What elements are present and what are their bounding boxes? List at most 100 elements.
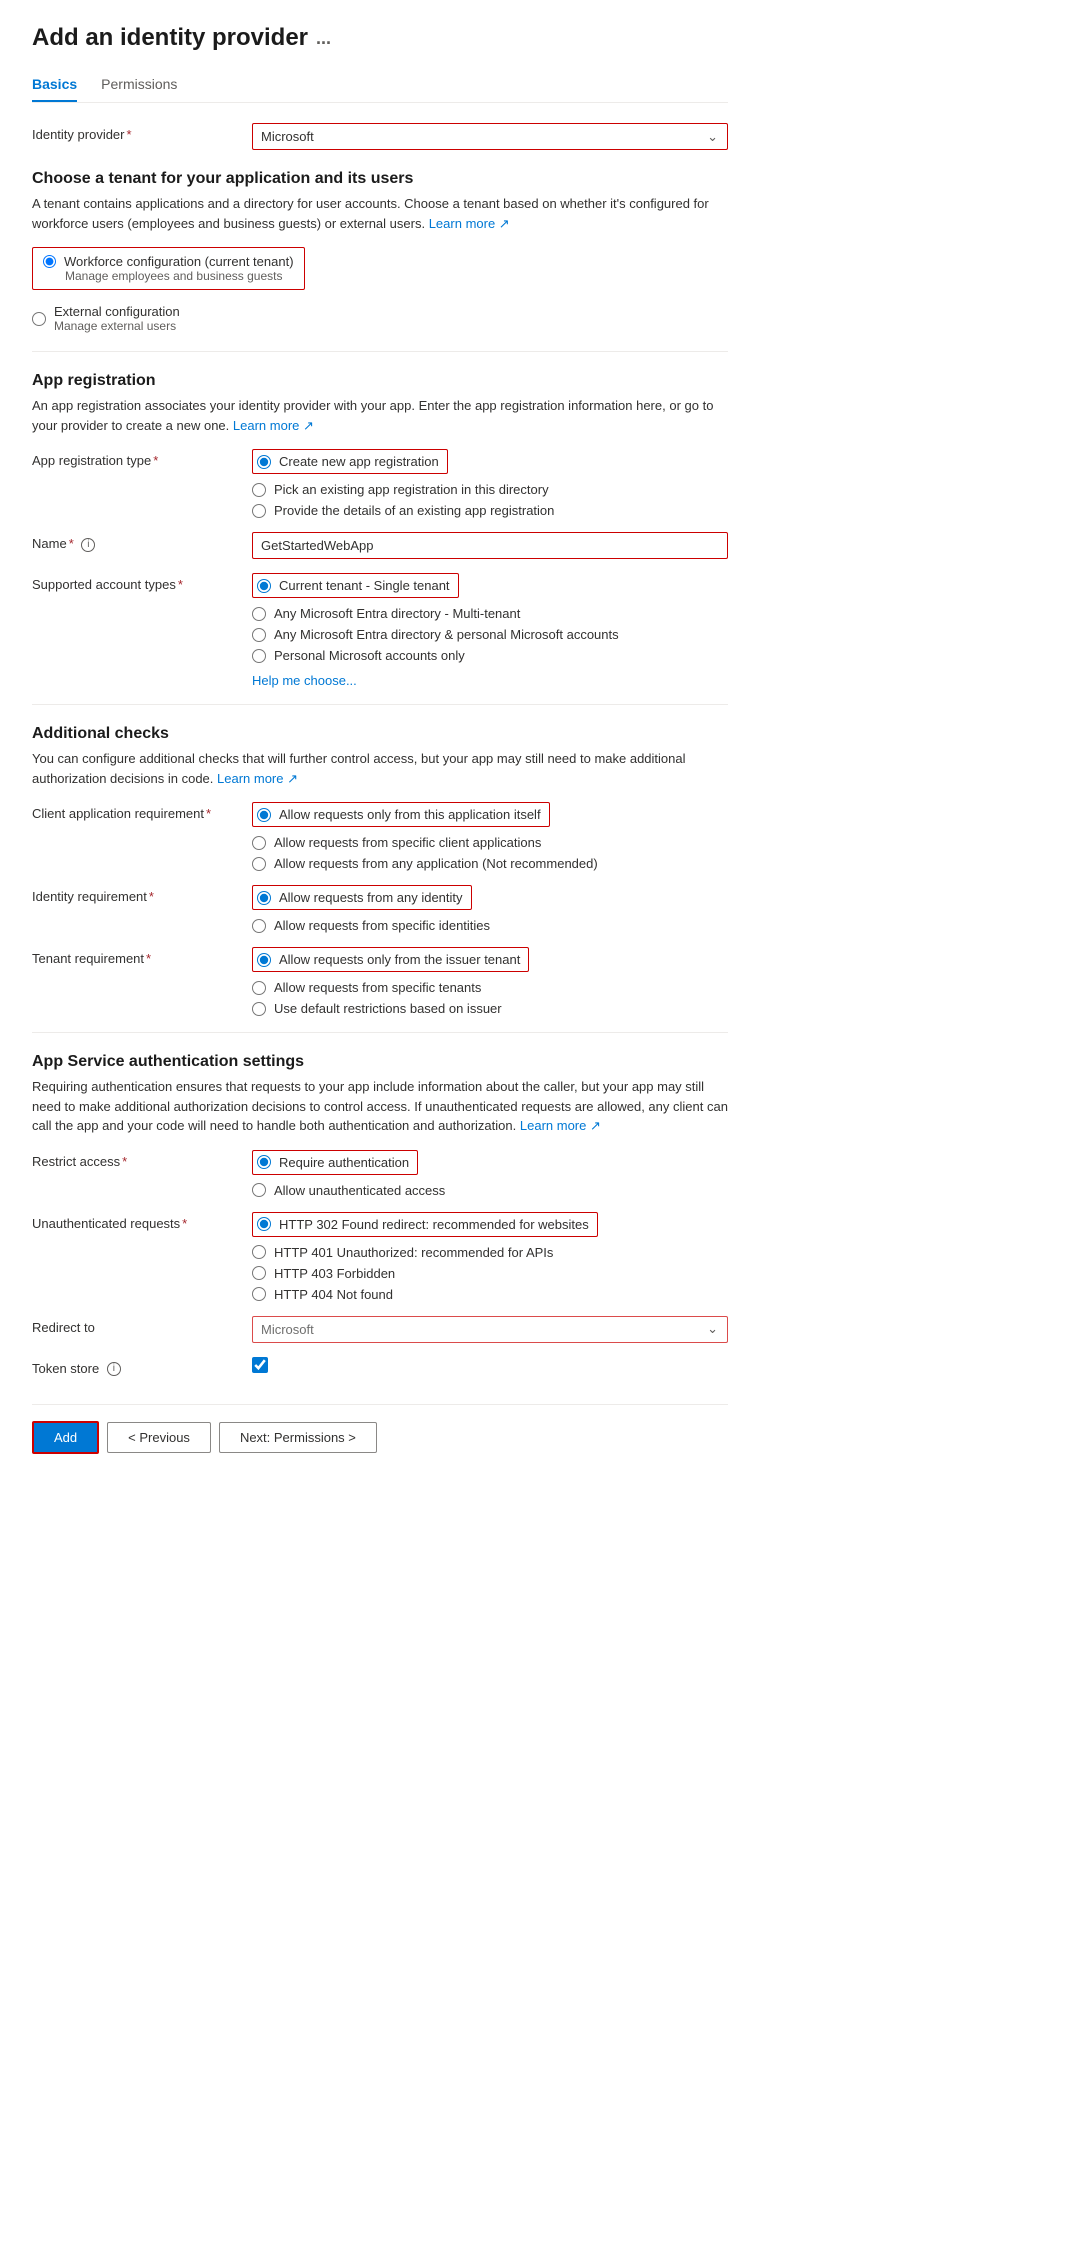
tabs-bar: Basics Permissions bbox=[32, 68, 728, 103]
tenant-req-radio-group: Allow requests only from the issuer tena… bbox=[252, 947, 728, 1016]
specific-identities-radio[interactable] bbox=[252, 919, 266, 933]
auth-settings-desc: Requiring authentication ensures that re… bbox=[32, 1077, 728, 1136]
any-application-option: Allow requests from any application (Not… bbox=[252, 856, 728, 871]
external-option-text: External configuration Manage external u… bbox=[54, 304, 180, 333]
http403-label[interactable]: HTTP 403 Forbidden bbox=[274, 1266, 395, 1281]
workforce-label[interactable]: Workforce configuration (current tenant) bbox=[64, 254, 294, 269]
workforce-option-box: Workforce configuration (current tenant)… bbox=[32, 247, 305, 290]
current-tenant-option: Current tenant - Single tenant bbox=[252, 573, 728, 600]
any-identity-radio[interactable] bbox=[257, 891, 271, 905]
create-new-radio[interactable] bbox=[257, 455, 271, 469]
tab-basics[interactable]: Basics bbox=[32, 68, 77, 102]
identity-provider-dropdown[interactable]: Microsoft bbox=[252, 123, 728, 150]
next-permissions-button[interactable]: Next: Permissions > bbox=[219, 1422, 377, 1453]
workforce-option-container: Workforce configuration (current tenant)… bbox=[32, 247, 728, 296]
token-store-label: Token store i bbox=[32, 1357, 252, 1377]
http302-option: HTTP 302 Found redirect: recommended for… bbox=[252, 1212, 728, 1239]
name-control bbox=[252, 532, 728, 559]
provide-details-option: Provide the details of an existing app r… bbox=[252, 503, 728, 518]
tenant-req-control: Allow requests only from the issuer tena… bbox=[252, 947, 728, 1016]
identity-req-control: Allow requests from any identity Allow r… bbox=[252, 885, 728, 933]
unauth-requests-row: Unauthenticated requests* HTTP 302 Found… bbox=[32, 1212, 728, 1302]
pick-existing-radio[interactable] bbox=[252, 483, 266, 497]
http302-radio[interactable] bbox=[257, 1217, 271, 1231]
specific-tenants-radio[interactable] bbox=[252, 981, 266, 995]
provide-details-label[interactable]: Provide the details of an existing app r… bbox=[274, 503, 554, 518]
personal-only-radio[interactable] bbox=[252, 649, 266, 663]
http401-label[interactable]: HTTP 401 Unauthorized: recommended for A… bbox=[274, 1245, 553, 1260]
specific-tenants-label[interactable]: Allow requests from specific tenants bbox=[274, 980, 481, 995]
any-identity-label[interactable]: Allow requests from any identity bbox=[279, 890, 463, 905]
multi-tenant-radio[interactable] bbox=[252, 607, 266, 621]
client-app-req-row: Client application requirement* Allow re… bbox=[32, 802, 728, 871]
tenant-section-title: Choose a tenant for your application and… bbox=[32, 170, 728, 188]
name-input[interactable] bbox=[252, 532, 728, 559]
specific-clients-label[interactable]: Allow requests from specific client appl… bbox=[274, 835, 541, 850]
token-store-control bbox=[252, 1357, 728, 1373]
name-info-icon[interactable]: i bbox=[81, 538, 95, 552]
redirect-to-control: Microsoft bbox=[252, 1316, 728, 1343]
any-identity-bordered: Allow requests from any identity bbox=[252, 885, 472, 910]
ellipsis-menu-icon[interactable]: ... bbox=[316, 28, 331, 49]
require-auth-label[interactable]: Require authentication bbox=[279, 1155, 409, 1170]
unauth-requests-control: HTTP 302 Found redirect: recommended for… bbox=[252, 1212, 728, 1302]
current-tenant-label[interactable]: Current tenant - Single tenant bbox=[279, 578, 450, 593]
pick-existing-label[interactable]: Pick an existing app registration in thi… bbox=[274, 482, 549, 497]
additional-checks-learn-more[interactable]: Learn more ↗ bbox=[217, 771, 298, 786]
http302-label[interactable]: HTTP 302 Found redirect: recommended for… bbox=[279, 1217, 589, 1232]
identity-provider-label: Identity provider* bbox=[32, 123, 252, 142]
tab-permissions[interactable]: Permissions bbox=[101, 68, 177, 102]
app-reg-learn-more-link[interactable]: Learn more ↗ bbox=[233, 418, 314, 433]
http403-radio[interactable] bbox=[252, 1266, 266, 1280]
current-tenant-radio[interactable] bbox=[257, 579, 271, 593]
unauth-requests-radio-group: HTTP 302 Found redirect: recommended for… bbox=[252, 1212, 728, 1302]
require-auth-radio[interactable] bbox=[257, 1155, 271, 1169]
any-application-label[interactable]: Allow requests from any application (Not… bbox=[274, 856, 598, 871]
create-new-bordered: Create new app registration bbox=[252, 449, 448, 474]
previous-button[interactable]: < Previous bbox=[107, 1422, 211, 1453]
workforce-option-main: Workforce configuration (current tenant) bbox=[43, 254, 294, 269]
app-reg-type-label: App registration type* bbox=[32, 449, 252, 468]
multi-personal-label[interactable]: Any Microsoft Entra directory & personal… bbox=[274, 627, 619, 642]
default-issuer-radio[interactable] bbox=[252, 1002, 266, 1016]
http401-option: HTTP 401 Unauthorized: recommended for A… bbox=[252, 1245, 728, 1260]
add-button[interactable]: Add bbox=[32, 1421, 99, 1454]
tenant-section-desc: A tenant contains applications and a dir… bbox=[32, 194, 728, 233]
auth-settings-learn-more[interactable]: Learn more ↗ bbox=[520, 1118, 601, 1133]
create-new-label[interactable]: Create new app registration bbox=[279, 454, 439, 469]
app-reg-type-row: App registration type* Create new app re… bbox=[32, 449, 728, 518]
app-registration-title: App registration bbox=[32, 372, 728, 390]
specific-clients-radio[interactable] bbox=[252, 836, 266, 850]
specific-identities-label[interactable]: Allow requests from specific identities bbox=[274, 918, 490, 933]
allow-unauth-label[interactable]: Allow unauthenticated access bbox=[274, 1183, 445, 1198]
token-store-info-icon[interactable]: i bbox=[107, 1362, 121, 1376]
redirect-to-dropdown[interactable]: Microsoft bbox=[252, 1316, 728, 1343]
tenant-learn-more-link[interactable]: Learn more ↗ bbox=[429, 216, 510, 231]
token-store-checkbox[interactable] bbox=[252, 1357, 268, 1373]
any-application-radio[interactable] bbox=[252, 857, 266, 871]
footer-bar: Add < Previous Next: Permissions > bbox=[32, 1404, 728, 1454]
default-issuer-option: Use default restrictions based on issuer bbox=[252, 1001, 728, 1016]
only-itself-label[interactable]: Allow requests only from this applicatio… bbox=[279, 807, 541, 822]
provide-details-radio[interactable] bbox=[252, 504, 266, 518]
external-radio[interactable] bbox=[32, 312, 46, 326]
name-row: Name* i bbox=[32, 532, 728, 559]
default-issuer-label[interactable]: Use default restrictions based on issuer bbox=[274, 1001, 502, 1016]
http401-radio[interactable] bbox=[252, 1245, 266, 1259]
personal-only-label[interactable]: Personal Microsoft accounts only bbox=[274, 648, 465, 663]
workforce-radio[interactable] bbox=[43, 255, 56, 268]
multi-tenant-label[interactable]: Any Microsoft Entra directory - Multi-te… bbox=[274, 606, 520, 621]
page-title: Add an identity provider ... bbox=[32, 24, 728, 52]
identity-req-label: Identity requirement* bbox=[32, 885, 252, 904]
http404-radio[interactable] bbox=[252, 1287, 266, 1301]
pick-existing-option: Pick an existing app registration in thi… bbox=[252, 482, 728, 497]
multi-personal-radio[interactable] bbox=[252, 628, 266, 642]
allow-unauth-radio[interactable] bbox=[252, 1183, 266, 1197]
issuer-tenant-radio[interactable] bbox=[257, 953, 271, 967]
http404-label[interactable]: HTTP 404 Not found bbox=[274, 1287, 393, 1302]
tenant-req-label: Tenant requirement* bbox=[32, 947, 252, 966]
help-me-choose-link[interactable]: Help me choose... bbox=[252, 673, 728, 688]
only-itself-radio[interactable] bbox=[257, 808, 271, 822]
identity-provider-control: Microsoft bbox=[252, 123, 728, 150]
issuer-tenant-label[interactable]: Allow requests only from the issuer tena… bbox=[279, 952, 520, 967]
